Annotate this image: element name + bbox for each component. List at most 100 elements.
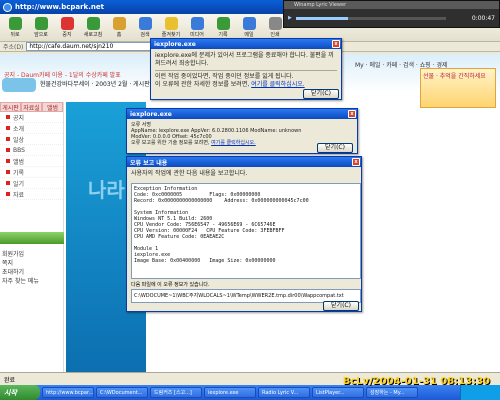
toolbar-button-home[interactable]: 홈 [106,15,132,41]
cafe-menu-label: 소개 [13,125,25,133]
crash-dialog-warning: 이런 작업 중이었다면, 작업 중이던 정보를 잃게 됩니다. [155,73,294,80]
cafe-menu-item[interactable]: 공지 [0,112,63,123]
toolbar-button-label: 새로고침 [83,32,103,38]
taskbar-task[interactable]: 드림커즈 [스고...] [150,387,202,398]
toolbar-button-label: 뒤로 [10,32,20,38]
toolbar-button-favorites[interactable]: 즐겨찾기 [158,15,184,41]
toolbar-button-back[interactable]: 뒤로 [2,15,28,41]
toolbar-button-label: 메일 [244,32,254,38]
stop-icon [60,17,74,30]
error-report-titlebar[interactable]: 오류 보고 내용 x [127,157,361,167]
crash-dialog-message: iexplore.exe에 문제가 있어서 프로그램을 종료해야 합니다. 불편… [155,52,334,67]
toolbar-button-label: 앞으로 [34,32,48,38]
cafe-menu-label: 앨범 [13,158,25,166]
start-button[interactable]: 시작 [0,385,40,400]
close-icon[interactable]: x [352,158,360,166]
cafe-menu-item[interactable]: 자료 [0,189,63,200]
crash-dialog-close-button[interactable]: 닫기(C) [303,89,339,99]
toolbar-button-label: 미디어 [190,32,204,38]
browser-title: http://www.bcpark.net [15,3,104,11]
system-tray [460,385,500,400]
toolbar-button-refresh[interactable]: 새로고침 [80,15,106,41]
side-tools: 회원가입 쪽지 초대하기 자주 찾는 메뉴 [2,250,39,286]
cafe-menu-label: BBS [13,146,25,154]
crash-dialog-link[interactable]: 여기를 클릭하십시오. [251,81,305,88]
taskbar-task[interactable]: 성장하는 - My... [366,387,418,398]
taskbar-task[interactable]: Radio Lyric V... [258,387,310,398]
bullet-icon [6,148,10,152]
toolbar-button-label: 기록 [218,32,228,38]
timestamp-watermark: BcLv/2004-01-31 08:13:30 [342,376,490,387]
taskbar-task[interactable]: iexplore.exe [204,387,256,398]
cafe-logo[interactable] [2,78,36,92]
crash-dialog-title: iexplore.exe [154,40,196,48]
bullet-icon [6,181,10,185]
side-tool-link[interactable]: 회원가입 [2,250,39,259]
bullet-icon [6,137,10,141]
error-report-text[interactable]: Exception Information Code: 0xc0000005 F… [131,183,361,279]
bullet-icon [6,126,10,130]
toolbar-button-search[interactable]: 검색 [132,15,158,41]
close-icon[interactable]: x [332,40,340,48]
address-label: 주소(D) [3,44,24,51]
error-signature-link[interactable]: 여기를 클릭하십시오. [211,140,256,146]
cafe-tabs: 게시판 자료실 앨범 [0,102,63,112]
crash-dialog-titlebar[interactable]: iexplore.exe x [151,39,341,49]
lyric-viewer: Winamp Lyric Viewer ▶ 0:00:47 [283,0,500,28]
error-signature-close-button[interactable]: 닫기(C) [317,143,353,153]
back-icon [8,17,22,30]
error-report-close-button[interactable]: 닫기(C) [323,301,359,311]
lyric-progress-bar[interactable] [295,16,446,20]
taskbar-task[interactable]: C:\WDocument... [96,387,148,398]
media-icon [190,17,204,30]
cafe-tab[interactable]: 자료실 [21,102,42,112]
taskbar-task[interactable]: ListPlayer... [312,387,364,398]
lyric-viewer-title[interactable]: Winamp Lyric Viewer [284,1,499,9]
toolbar-button-label: 인쇄 [270,32,280,38]
error-signature-titlebar[interactable]: iexplore.exe x [127,109,357,119]
cafe-menu-label: 일기 [13,180,25,188]
nara-text: 나라 [88,178,125,202]
error-signature-title: iexplore.exe [130,110,172,118]
toolbar-button-history[interactable]: 기록 [210,15,236,41]
error-report-title: 오류 보고 내용 [130,159,168,167]
cafe-tab[interactable]: 게시판 [0,102,21,112]
cafe-menu-item[interactable]: 일상 [0,134,63,145]
ie-icon [3,2,12,12]
error-signature-dialog: iexplore.exe x 오류 서명 AppName: iexplore.e… [126,108,358,154]
cafe-tab[interactable]: 앨범 [42,102,63,112]
toolbar-button-mail[interactable]: 메일 [236,15,262,41]
bullet-icon [6,192,10,196]
home-icon [112,17,126,30]
cafe-menu-item[interactable]: BBS [0,145,63,156]
error-report-path-label: 다음 파일에 이 오류 정보가 있습니다. [131,282,210,288]
forward-icon [34,17,48,30]
taskbar: 시작 http://www.bcpar... C:\WDocument... 드림커… [0,385,500,400]
side-tool-link[interactable]: 초대하기 [2,268,39,277]
toolbar-button-label: 홈 [116,32,122,38]
cafe-menu-item[interactable]: 일기 [0,178,63,189]
cafe-menu-item[interactable]: 소개 [0,123,63,134]
cafe-menu-item[interactable]: 앨범 [0,156,63,167]
close-icon[interactable]: x [348,110,356,118]
toolbar-button-stop[interactable]: 중지 [54,15,80,41]
play-icon[interactable]: ▶ [288,15,292,21]
side-tool-link[interactable]: 쪽지 [2,259,39,268]
toolbar-button-media[interactable]: 미디어 [184,15,210,41]
taskbar-task[interactable]: http://www.bcpar... [42,387,94,398]
bullet-icon [6,170,10,174]
toolbar-button-forward[interactable]: 앞으로 [28,15,54,41]
toolbar-button-label: 중지 [62,32,72,38]
history-icon [216,17,230,30]
search-icon [138,17,152,30]
bullet-icon [6,115,10,119]
cafe-menu-item[interactable]: 기록 [0,167,63,178]
refresh-icon [86,17,100,30]
ad-banner[interactable]: 선물 · 추억을 간직하세요 [420,68,496,108]
toolbar-button-label: 검색 [140,32,150,38]
bullet-icon [6,159,10,163]
favorites-icon [164,17,178,30]
status-text: 완료 [4,376,16,384]
crash-dialog: iexplore.exe x iexplore.exe에 문제가 있어서 프로그… [150,38,342,100]
side-tool-link[interactable]: 자주 찾는 메뉴 [2,277,39,286]
